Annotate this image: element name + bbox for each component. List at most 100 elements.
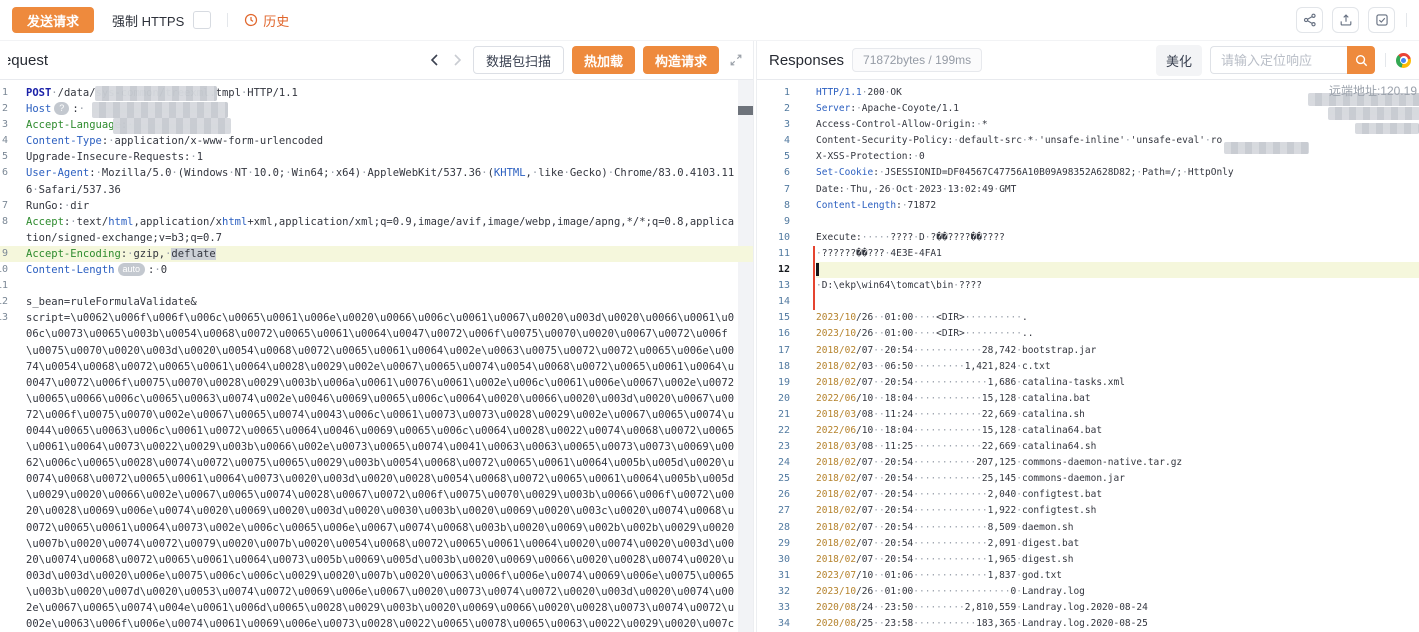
line-number: 12 — [0, 294, 8, 310]
share-button[interactable] — [1296, 7, 1323, 33]
line-number: 22 — [757, 423, 790, 439]
redaction-patch — [95, 86, 217, 101]
remote-address-label: 远端地址:120.19 — [1329, 83, 1417, 99]
history-prev-button[interactable] — [427, 51, 442, 69]
share-icon — [1303, 13, 1317, 27]
code-line: 4Content-Type:·application/x-www-form-ur… — [0, 133, 753, 149]
line-number: 6 — [757, 165, 790, 181]
line-number: 3 — [0, 117, 8, 133]
response-pane-header: Responses 71872bytes / 199ms 美化 — [757, 41, 1419, 80]
line-number: 13 — [757, 278, 790, 294]
code-line: 4Content-Security-Policy:·default-src·*·… — [757, 133, 1419, 149]
code-line: 222022/06/10··18:04············15,128·ca… — [757, 423, 1419, 439]
code-line: 12s_bean=ruleFormulaValidate& — [0, 294, 753, 310]
code-line: 192018/02/07··20:54·············1,686·ca… — [757, 375, 1419, 391]
packet-scan-button[interactable]: 数据包扫描 — [473, 46, 564, 74]
code-line: 182018/02/03··06:50·········1,421,824·c.… — [757, 359, 1419, 375]
code-line: 5X-XSS-Protection:·0 — [757, 149, 1419, 165]
line-number: 32 — [757, 584, 790, 600]
code-line: 312023/07/10··01:06·············1,837·go… — [757, 568, 1419, 584]
line-number: 7 — [0, 198, 8, 214]
hot-reload-button[interactable]: 热加载 — [572, 46, 635, 74]
code-line: 3Access-Control-Allow-Origin:·* — [757, 117, 1419, 133]
line-number: 1 — [0, 85, 8, 101]
code-line: 13script=\u0062\u006f\u006f\u006c\u0065\… — [0, 310, 753, 632]
search-button[interactable] — [1347, 46, 1375, 74]
response-search-input[interactable] — [1210, 46, 1347, 74]
line-number: 18 — [757, 359, 790, 375]
redaction-patch — [1224, 142, 1309, 154]
line-number: 31 — [757, 568, 790, 584]
beautify-button[interactable]: 美化 — [1156, 45, 1202, 76]
code-line: 292018/02/07··20:54·············2,091·di… — [757, 536, 1419, 552]
line-number: 23 — [757, 439, 790, 455]
line-number: 17 — [757, 343, 790, 359]
response-pane-title: Responses — [769, 52, 844, 69]
request-scrollbar-thumb[interactable] — [738, 106, 753, 115]
code-line: 162023/10/26··01:00····<DIR>··········.. — [757, 326, 1419, 342]
history-button[interactable]: 历史 — [244, 11, 289, 30]
line-number: 14 — [757, 294, 790, 310]
send-request-button[interactable]: 发送请求 — [12, 7, 94, 33]
fullscreen-icon[interactable] — [727, 51, 745, 69]
code-line: 7Date:·Thu,·26·Oct·2023·13:02:49·GMT — [757, 182, 1419, 198]
code-line: 212018/03/08··11:24············22,669·ca… — [757, 407, 1419, 423]
code-line: 342020/08/25··23:58···········183,365·La… — [757, 616, 1419, 632]
line-number: 5 — [0, 149, 8, 165]
line-number: 26 — [757, 487, 790, 503]
report-button[interactable] — [1368, 7, 1395, 33]
code-line: 202022/06/10··18:04············15,128·ca… — [757, 391, 1419, 407]
open-in-browser-chrome-icon[interactable] — [1396, 53, 1411, 68]
code-line: 14 — [757, 294, 1419, 310]
line-number: 13 — [0, 310, 8, 632]
code-line: 5Upgrade-Insecure-Requests:·1 — [0, 149, 753, 165]
history-next-button[interactable] — [450, 51, 465, 69]
line-number: 25 — [757, 471, 790, 487]
code-line: 262018/02/07··20:54·············2,040·co… — [757, 487, 1419, 503]
code-line: 252018/02/07··20:54············25,145·co… — [757, 471, 1419, 487]
line-number: 10 — [0, 262, 8, 278]
split-view: Request 数据包扫描 热加载 构造请求 — [0, 41, 1419, 632]
line-number: 16 — [757, 326, 790, 342]
request-pane-header: Request 数据包扫描 热加载 构造请求 — [0, 41, 753, 80]
response-editor[interactable]: 远端地址:120.19 1HTTP/1.1·200·OK2Server:·Apa… — [757, 80, 1419, 632]
code-line: 8Content-Length:·71872 — [757, 198, 1419, 214]
code-line: 282018/02/07··20:54·············8,509·da… — [757, 520, 1419, 536]
line-number: 8 — [0, 214, 8, 246]
construct-request-button[interactable]: 构造请求 — [643, 46, 719, 74]
inline-badge: ? — [54, 102, 69, 115]
line-number: 7 — [757, 182, 790, 198]
code-line: 9Accept-Encoding:·gzip,·deflate — [0, 246, 753, 262]
line-number: 9 — [0, 246, 8, 262]
app-root: 发送请求 强制 HTTPS 历史 — [0, 0, 1419, 632]
code-line: 302018/02/07··20:54·············1,965·di… — [757, 552, 1419, 568]
force-https-label: 强制 HTTPS — [112, 11, 184, 30]
line-number: 28 — [757, 520, 790, 536]
export-button[interactable] — [1332, 7, 1359, 33]
code-line: 7RunGo:·dir — [0, 198, 753, 214]
report-check-icon — [1375, 13, 1389, 27]
upload-icon — [1339, 13, 1353, 27]
code-line: 12 — [757, 262, 1419, 278]
redaction-patch — [1355, 123, 1419, 134]
line-number: 11 — [0, 278, 8, 294]
request-pane-title: Request — [8, 52, 48, 69]
line-number: 29 — [757, 536, 790, 552]
line-number: 6 — [0, 165, 8, 197]
force-https-checkbox[interactable] — [193, 11, 211, 29]
code-line: 11·??????��???·4E3E-4FA1 — [757, 246, 1419, 262]
code-line: 11 — [0, 278, 753, 294]
line-number: 10 — [757, 230, 790, 246]
code-line: 13·D:\ekp\win64\tomcat\bin·???? — [757, 278, 1419, 294]
response-search — [1210, 46, 1375, 74]
response-stats-badge: 71872bytes / 199ms — [852, 48, 982, 72]
request-editor[interactable]: 1POST·/data/sys-common/treexml.tmpl·HTTP… — [0, 80, 753, 632]
line-number: 1 — [757, 85, 790, 101]
clock-icon — [244, 13, 258, 27]
code-line: 272018/02/07··20:54·············1,922·co… — [757, 503, 1419, 519]
code-line: 242018/02/07··20:54···········207,125·co… — [757, 455, 1419, 471]
line-number: 9 — [757, 214, 790, 230]
inline-badge: auto — [118, 263, 146, 276]
redaction-patch — [113, 118, 231, 134]
response-pane: Responses 71872bytes / 199ms 美化 — [756, 41, 1419, 632]
